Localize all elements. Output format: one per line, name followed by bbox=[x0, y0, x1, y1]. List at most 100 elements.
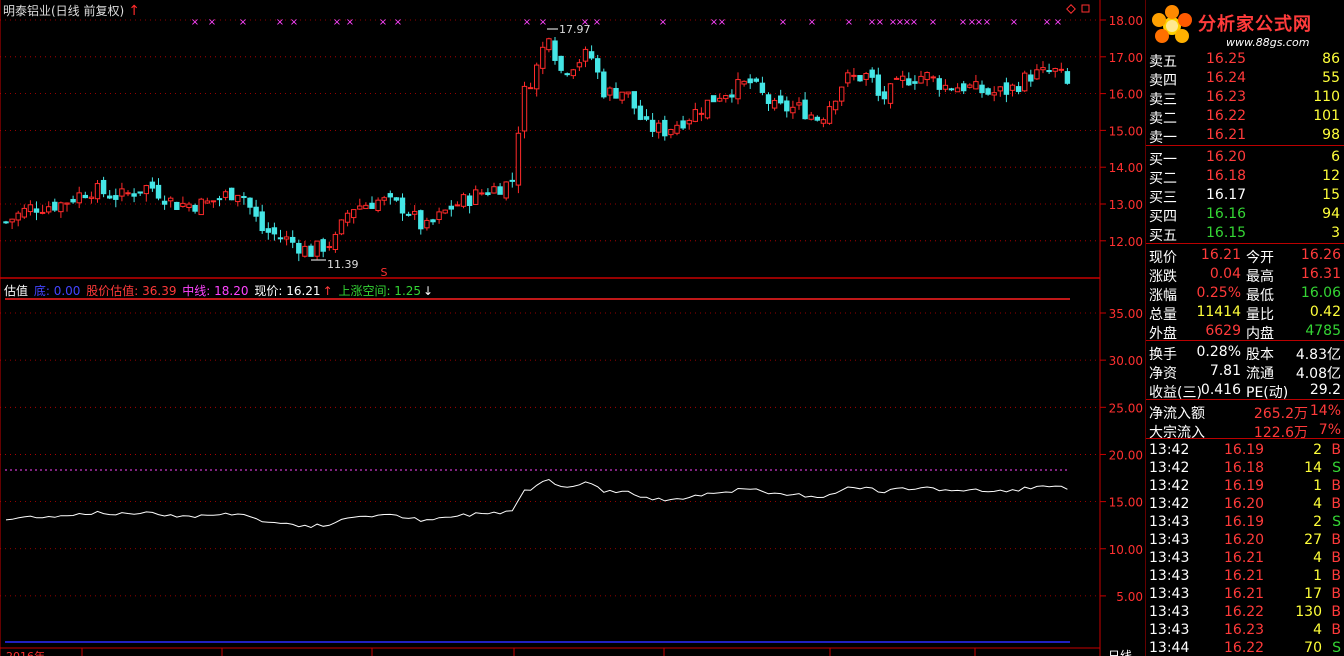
tick-row[interactable]: 13:44 16.22 70 S bbox=[1146, 638, 1344, 656]
candle-body bbox=[869, 69, 875, 78]
ind-tick-label: 25.00 bbox=[1109, 401, 1143, 415]
order-book-row[interactable]: 买四 16.16 94 bbox=[1146, 204, 1344, 225]
candle-body bbox=[540, 46, 546, 69]
candle-body bbox=[204, 200, 211, 204]
candle-body bbox=[1040, 67, 1046, 71]
signal-cross-icon: × bbox=[910, 17, 918, 28]
signal-cross-icon: × bbox=[959, 17, 967, 28]
candle-body bbox=[1064, 71, 1071, 84]
tick-row[interactable]: 13:43 16.23 4 B bbox=[1146, 620, 1344, 639]
candle-body bbox=[656, 122, 662, 133]
stat-value: 6629 bbox=[1205, 323, 1241, 339]
kline-chart[interactable]: 18.00 17.00 16.00 15.00 14.00 13.00 12.00 35.00… bbox=[0, 0, 1146, 656]
candle-body bbox=[790, 106, 796, 114]
candle-body bbox=[625, 91, 631, 95]
candle-body bbox=[229, 187, 235, 201]
candle-body bbox=[64, 202, 70, 205]
candle-body bbox=[412, 210, 418, 215]
stat-value: 16.21 bbox=[1200, 247, 1241, 263]
candle-body bbox=[210, 200, 217, 203]
up-arrow-icon: ↑ bbox=[128, 3, 140, 19]
tick-row[interactable]: 13:42 16.20 4 B bbox=[1146, 494, 1344, 513]
stat-value: 0.42 bbox=[1309, 304, 1341, 320]
candle-body bbox=[253, 206, 259, 217]
tick-price: 16.19 bbox=[1224, 478, 1265, 494]
order-book-row[interactable]: 卖四 16.24 55 bbox=[1146, 68, 1344, 89]
tick-side: B bbox=[1331, 478, 1341, 494]
candle-body bbox=[771, 99, 778, 109]
tick-row[interactable]: 13:43 16.21 4 B bbox=[1146, 548, 1344, 567]
price-tick-label: 15.00 bbox=[1109, 124, 1143, 138]
tick-side: S bbox=[1332, 514, 1341, 530]
candle-body bbox=[534, 64, 540, 90]
chart-area[interactable]: 18.00 17.00 16.00 15.00 14.00 13.00 12.00 35.00… bbox=[0, 0, 1146, 656]
candle-body bbox=[442, 209, 448, 214]
panel-divider bbox=[1146, 243, 1344, 244]
tick-row[interactable]: 13:43 16.21 1 B bbox=[1146, 566, 1344, 585]
tick-side: B bbox=[1331, 496, 1341, 512]
order-volume: 98 bbox=[1322, 127, 1340, 144]
candle-body bbox=[643, 116, 650, 120]
down-small-arrow-icon: ↓ bbox=[423, 284, 434, 298]
tick-row[interactable]: 13:42 16.19 1 B bbox=[1146, 476, 1344, 495]
stat-value: 16.31 bbox=[1300, 266, 1341, 282]
candle-body bbox=[765, 94, 772, 104]
candle-body bbox=[710, 95, 717, 103]
candle-body bbox=[692, 109, 698, 122]
indicator-bar: 估值 底: 0.00 股价估值: 36.39 中线: 18.20 现价: 16.… bbox=[4, 282, 435, 299]
tick-row[interactable]: 13:43 16.22 130 B bbox=[1146, 602, 1344, 621]
candle-body bbox=[497, 186, 503, 195]
candle-body bbox=[588, 51, 595, 59]
candle-body bbox=[33, 208, 40, 213]
candle-body bbox=[332, 233, 339, 250]
candle-body bbox=[546, 38, 552, 51]
signal-cross-icon: × bbox=[779, 17, 787, 28]
tick-row[interactable]: 13:43 16.19 2 S bbox=[1146, 512, 1344, 531]
tick-row[interactable]: 13:43 16.21 17 B bbox=[1146, 584, 1344, 603]
ind-tick-label: 35.00 bbox=[1109, 307, 1143, 321]
candle-body bbox=[27, 204, 34, 213]
candle-body bbox=[509, 179, 516, 182]
candle-body bbox=[161, 200, 168, 205]
signal-cross-icon: × bbox=[239, 17, 247, 28]
candle-body bbox=[308, 245, 314, 257]
candle-body bbox=[948, 88, 955, 91]
candle-body bbox=[930, 76, 936, 79]
candle-body bbox=[735, 79, 741, 100]
candle-body bbox=[430, 219, 436, 223]
indicator-price: 现价: 16.21 bbox=[254, 284, 321, 298]
candle-body bbox=[973, 81, 979, 90]
candle-body bbox=[778, 95, 784, 104]
tick-volume: 130 bbox=[1295, 604, 1322, 620]
order-book-row[interactable]: 买一 16.20 6 bbox=[1146, 147, 1344, 168]
candle-body bbox=[582, 48, 589, 62]
tick-time: 13:43 bbox=[1149, 550, 1190, 566]
candle-body bbox=[1046, 70, 1052, 73]
candle-body bbox=[393, 197, 400, 201]
indicator-name: 估值 bbox=[4, 284, 29, 298]
tick-price: 16.21 bbox=[1224, 568, 1265, 584]
order-book-row[interactable]: 买五 16.15 3 bbox=[1146, 223, 1344, 244]
candle-body bbox=[686, 119, 692, 125]
tick-row[interactable]: 13:43 16.20 27 B bbox=[1146, 530, 1344, 549]
candle-body bbox=[149, 181, 156, 189]
candle-body bbox=[436, 211, 442, 221]
logo-url[interactable]: www.88gs.com bbox=[1226, 36, 1309, 49]
tick-row[interactable]: 13:42 16.18 14 S bbox=[1146, 458, 1344, 477]
order-book-row[interactable]: 买三 16.17 15 bbox=[1146, 185, 1344, 206]
candle-body bbox=[473, 189, 479, 205]
candle-body bbox=[3, 221, 9, 224]
order-book-row[interactable]: 卖五 16.25 86 bbox=[1146, 49, 1344, 70]
order-book-row[interactable]: 卖一 16.21 98 bbox=[1146, 125, 1344, 146]
signal-cross-icon: × bbox=[983, 17, 991, 28]
order-price: 16.22 bbox=[1206, 108, 1247, 125]
low-annotation: 11.39 bbox=[327, 258, 359, 271]
order-book-row[interactable]: 买二 16.18 12 bbox=[1146, 166, 1344, 187]
order-book-row[interactable]: 卖三 16.23 110 bbox=[1146, 87, 1344, 108]
candle-body bbox=[552, 40, 558, 61]
flow-amount: 122.6万 bbox=[1253, 425, 1308, 441]
tick-row[interactable]: 13:42 16.19 2 B bbox=[1146, 440, 1344, 459]
candle-body bbox=[576, 62, 583, 68]
order-book-row[interactable]: 卖二 16.22 101 bbox=[1146, 106, 1344, 127]
candle-body bbox=[521, 85, 528, 132]
